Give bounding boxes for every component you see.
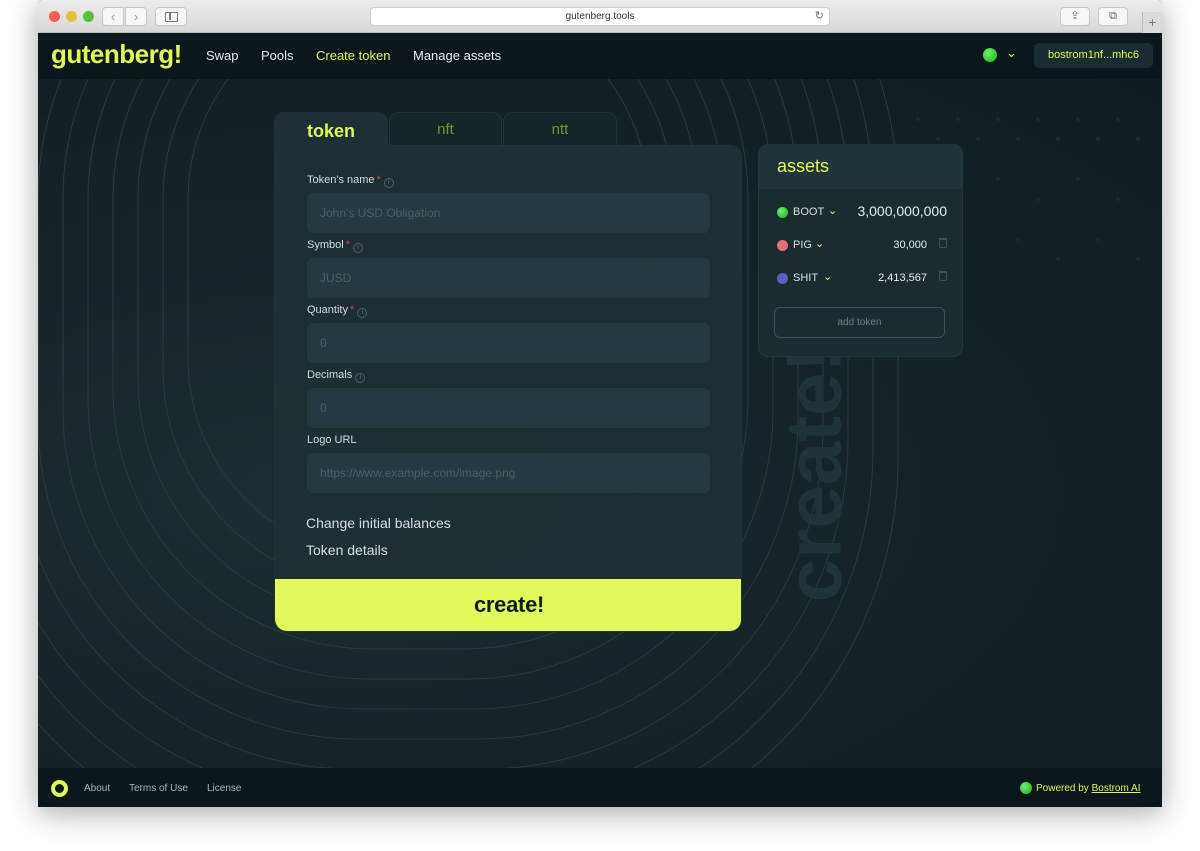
asset-name: PIG: [793, 239, 812, 251]
nav-create-token[interactable]: Create token: [316, 48, 390, 63]
create-token-form: Token's name*i Symbol*i Quantity*i Decim…: [274, 145, 742, 632]
tab-token[interactable]: token: [274, 112, 388, 150]
trash-icon[interactable]: [939, 271, 947, 281]
footer-link-terms[interactable]: Terms of Use: [129, 783, 188, 794]
minimize-window-button[interactable]: [66, 11, 77, 22]
globe-icon: [777, 273, 788, 284]
info-icon[interactable]: i: [383, 178, 394, 188]
asset-name: BOOT: [793, 206, 825, 218]
symbol-input[interactable]: [307, 258, 710, 298]
tab-ntt[interactable]: ntt: [503, 112, 617, 146]
sidebar-toggle-button[interactable]: [155, 7, 187, 26]
sidebar-icon: [165, 12, 178, 22]
change-initial-balances-toggle[interactable]: Change initial balances: [306, 515, 451, 531]
token-name-label-text: Token's name: [307, 174, 375, 186]
chevron-down-icon[interactable]: ⌄: [828, 204, 837, 217]
browser-toolbar: ‹ › gutenberg.tools ↻ ⇪ ⧉ +: [38, 0, 1162, 33]
site-footer: About Terms of Use License Powered by Bo…: [38, 768, 1162, 807]
trash-icon[interactable]: [939, 238, 947, 248]
required-mark: *: [349, 304, 355, 316]
tab-nft[interactable]: nft: [389, 112, 502, 146]
chevron-down-icon[interactable]: ⌄: [815, 237, 824, 250]
powered-by-text: Powered by Bostrom AI: [1036, 783, 1141, 794]
logo-url-label: Logo URL: [307, 434, 357, 446]
asset-amount: 3,000,000,000: [857, 203, 947, 219]
nav-pools[interactable]: Pools: [261, 48, 294, 63]
asset-name: SHIT: [793, 272, 819, 284]
address-bar[interactable]: gutenberg.tools ↻: [370, 7, 830, 26]
status-dot-icon: [1020, 782, 1032, 794]
main-content: create! nft ntt Token's name*i Symbol*i …: [38, 79, 1162, 768]
add-token-button[interactable]: add token: [774, 307, 945, 338]
tabs-overview-icon[interactable]: ⧉: [1098, 7, 1128, 26]
quantity-label: Quantity * i: [307, 304, 368, 318]
quantity-label-text: Quantity: [307, 304, 348, 316]
quantity-input[interactable]: [307, 323, 710, 363]
wallet-address-button[interactable]: bostrom1nf...mhc6: [1034, 43, 1153, 68]
asset-row[interactable]: BOOT ⌄ 3,000,000,000: [777, 203, 947, 223]
browser-window: ‹ › gutenberg.tools ↻ ⇪ ⧉ + gutenberg! S…: [38, 0, 1162, 807]
token-name-label: Token's name * i: [307, 174, 394, 188]
create-watermark: create!: [769, 346, 858, 603]
info-icon[interactable]: i: [357, 308, 368, 318]
maximize-window-button[interactable]: [83, 11, 94, 22]
decimals-input[interactable]: [307, 388, 710, 428]
token-details-toggle[interactable]: Token details: [306, 542, 388, 558]
network-status-icon[interactable]: [983, 48, 997, 62]
pig-icon: [777, 240, 788, 251]
asset-amount: 2,413,567: [878, 272, 927, 284]
assets-panel: assets BOOT ⌄ 3,000,000,000 PIG ⌄ 30,000…: [758, 144, 963, 357]
back-icon[interactable]: ‹: [102, 7, 124, 26]
close-window-button[interactable]: [49, 11, 60, 22]
symbol-label: Symbol * i: [307, 239, 363, 253]
asset-row[interactable]: SHIT ⌄ 2,413,567: [777, 269, 947, 289]
reload-icon[interactable]: ↻: [815, 8, 824, 25]
bostrom-ai-link[interactable]: Bostrom AI: [1092, 783, 1141, 794]
token-name-input[interactable]: [307, 193, 710, 233]
nav-manage-assets[interactable]: Manage assets: [413, 48, 501, 63]
site-header: gutenberg! Swap Pools Create token Manag…: [38, 33, 1162, 79]
required-mark: *: [376, 174, 381, 186]
symbol-label-text: Symbol: [307, 239, 344, 251]
asset-amount: 30,000: [893, 239, 927, 251]
info-icon[interactable]: i: [355, 373, 366, 383]
decimals-label: Decimals i: [307, 369, 366, 383]
powered-prefix: Powered by: [1036, 783, 1092, 794]
info-icon[interactable]: i: [352, 243, 363, 253]
forward-icon[interactable]: ›: [125, 7, 147, 26]
chevron-down-icon[interactable]: ⌄: [1006, 45, 1017, 61]
github-icon[interactable]: [51, 780, 68, 797]
logo-url-input[interactable]: [307, 453, 710, 493]
assets-header: assets: [759, 145, 962, 189]
assets-title: assets: [777, 156, 830, 176]
footer-link-about[interactable]: About: [84, 783, 110, 794]
url-text: gutenberg.tools: [565, 11, 635, 22]
share-icon[interactable]: ⇪: [1060, 7, 1090, 26]
create-button[interactable]: create!: [275, 579, 741, 631]
required-mark: *: [345, 239, 350, 251]
decimals-label-text: Decimals: [307, 369, 353, 381]
new-tab-icon[interactable]: +: [1142, 12, 1162, 33]
chevron-down-icon[interactable]: ⌄: [823, 270, 832, 283]
logo[interactable]: gutenberg!: [51, 39, 182, 70]
footer-link-license[interactable]: License: [207, 783, 241, 794]
asset-row[interactable]: PIG ⌄ 30,000: [777, 236, 947, 256]
green-dot-icon: [777, 207, 788, 218]
nav-swap[interactable]: Swap: [206, 48, 239, 63]
